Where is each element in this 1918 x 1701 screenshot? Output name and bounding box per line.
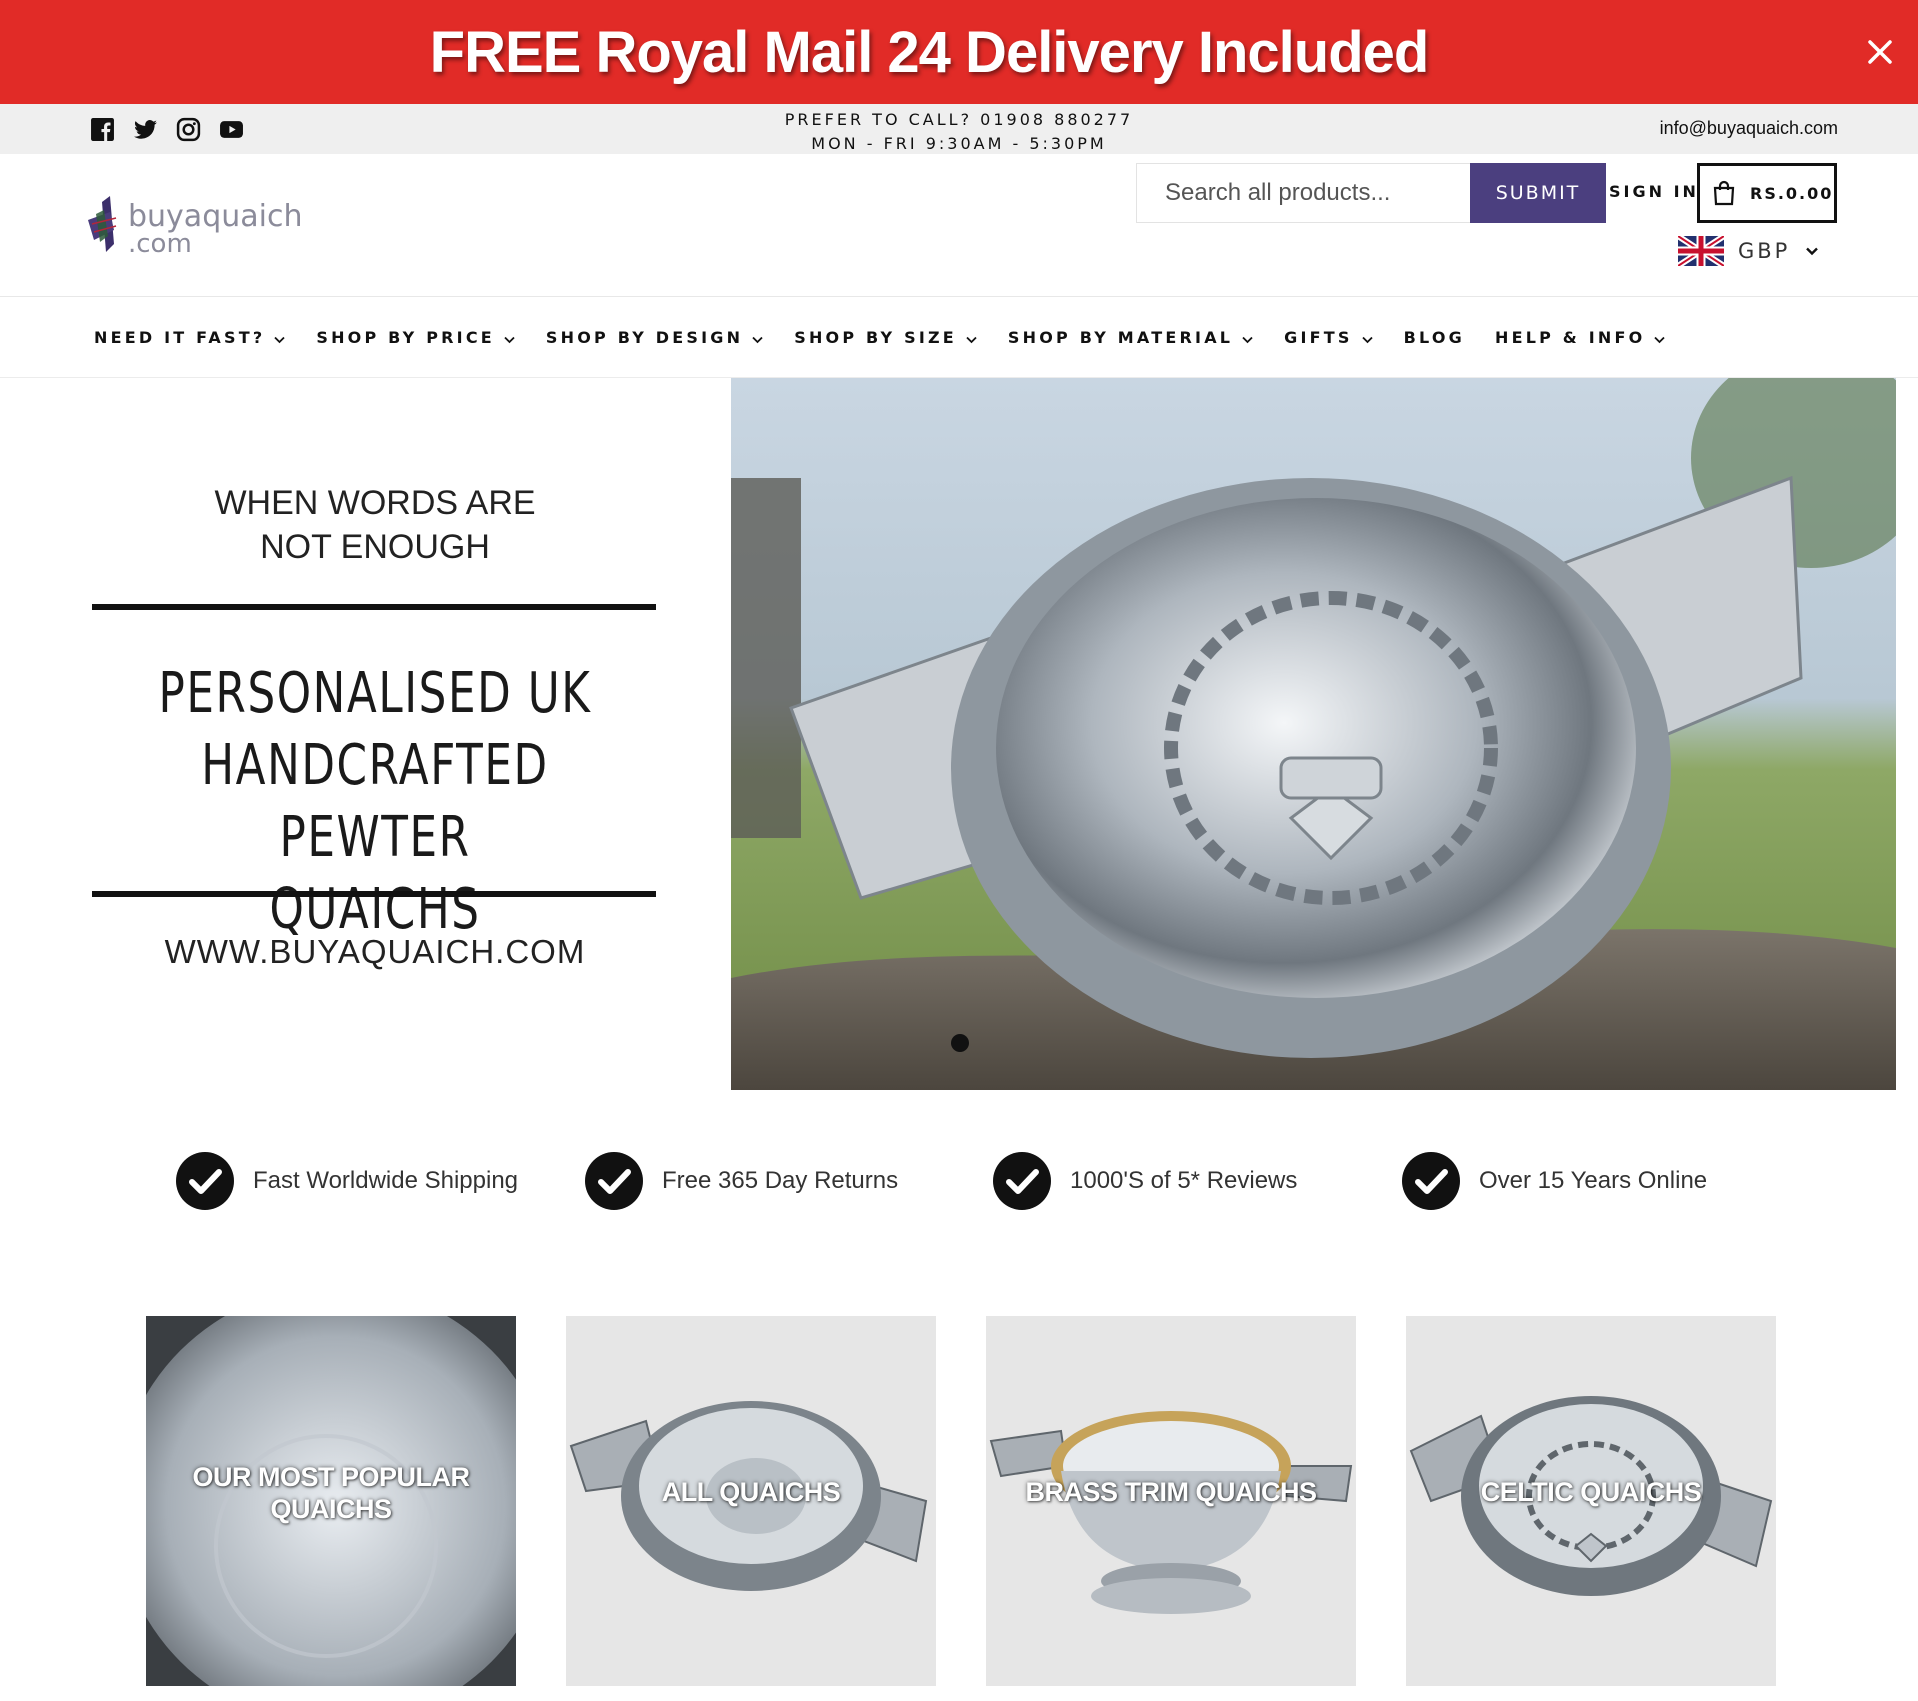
feature-label: Fast Worldwide Shipping (253, 1167, 519, 1194)
hero-tagline-line: NOT ENOUGH (260, 528, 490, 566)
nav-item-label: SHOP BY PRICE (316, 327, 495, 347)
uk-flag-icon (1676, 233, 1726, 269)
hero-tagline: WHEN WORDS ARE NOT ENOUGH (60, 481, 690, 569)
email-link[interactable]: info@buyaquaich.com (1660, 118, 1838, 139)
call-info: PREFER TO CALL? 01908 880277 MON - FRI 9… (0, 108, 1918, 156)
chevron-down-icon (751, 331, 764, 344)
chevron-down-icon (1241, 331, 1254, 344)
chevron-down-icon (503, 331, 516, 344)
slideshow-dot[interactable] (951, 1034, 969, 1052)
feature-label: Free 365 Day Returns (662, 1167, 899, 1194)
hero-heading: PERSONALISED UK HANDCRAFTED PEWTER QUAIC… (137, 658, 613, 946)
nav-item-label: BLOG (1403, 327, 1465, 347)
currency-label: GBP (1738, 239, 1791, 263)
nav-item-need-it-fast[interactable]: NEED IT FAST? (94, 328, 286, 347)
utility-bar: PREFER TO CALL? 01908 880277 MON - FRI 9… (0, 104, 1918, 154)
announcement-text: FREE Royal Mail 24 Delivery Included (429, 19, 1430, 85)
chevron-down-icon (273, 331, 286, 344)
chevron-down-icon (965, 331, 978, 344)
hero-text-panel: WHEN WORDS ARE NOT ENOUGH PERSONALISED U… (0, 378, 731, 1090)
feature-item: Free 365 Day Returns (584, 1151, 898, 1211)
chevron-down-icon (1804, 243, 1820, 259)
feature-item: Over 15 Years Online (1401, 1151, 1707, 1211)
collection-label: BRASS TRIM QUAICHS (1025, 1477, 1317, 1507)
hero-divider (92, 891, 656, 897)
call-line: PREFER TO CALL? 01908 880277 (784, 110, 1134, 129)
nav-item-label: SHOP BY MATERIAL (1007, 327, 1234, 347)
checkmark-icon (175, 1151, 235, 1211)
nav-item-shop-by-design[interactable]: SHOP BY DESIGN (546, 328, 764, 347)
nav-item-label: NEED IT FAST? (94, 327, 266, 347)
hero-url: WWW.BUYAQUAICH.COM (164, 933, 586, 970)
nav-item-shop-by-price[interactable]: SHOP BY PRICE (316, 328, 516, 347)
cart-button[interactable]: RS.0.00 (1697, 163, 1837, 223)
collection-label: OUR MOST POPULAR QUAICHS (156, 1461, 506, 1525)
features-row: Fast Worldwide Shipping Free 365 Day Ret… (0, 1151, 1918, 1213)
collection-celtic[interactable]: CELTIC QUAICHS (1406, 1316, 1776, 1686)
hero-heading-line: PERSONALISED UK (158, 661, 592, 726)
hero-heading-line: HANDCRAFTED PEWTER (201, 733, 549, 870)
announcement-bar: FREE Royal Mail 24 Delivery Included (0, 0, 1918, 104)
chevron-down-icon (1361, 331, 1374, 344)
currency-selector[interactable]: GBP (1676, 233, 1820, 269)
feature-item: Fast Worldwide Shipping (175, 1151, 518, 1211)
collection-label: CELTIC QUAICHS (1480, 1477, 1702, 1507)
search-input[interactable] (1136, 163, 1470, 223)
nav-item-help-info[interactable]: HELP & INFO (1495, 328, 1666, 347)
collection-label-line: QUAICHS (270, 1494, 392, 1524)
cart-total: RS.0.00 (1750, 183, 1834, 203)
feature-label: Over 15 Years Online (1479, 1167, 1708, 1194)
shopping-bag-icon (1712, 180, 1736, 206)
close-icon[interactable] (1858, 30, 1902, 74)
nav-item-label: GIFTS (1284, 327, 1353, 347)
collection-label: ALL QUAICHS (661, 1477, 841, 1507)
nav-item-gifts[interactable]: GIFTS (1284, 328, 1373, 347)
hero-tagline-line: WHEN WORDS ARE (214, 484, 536, 522)
collection-label-line: OUR MOST POPULAR (192, 1462, 470, 1492)
collection-brass-trim[interactable]: BRASS TRIM QUAICHS (986, 1316, 1356, 1686)
feature-item: 1000'S of 5* Reviews (992, 1151, 1297, 1211)
hero-quaich-image[interactable] (731, 378, 1896, 1090)
sign-in-link[interactable]: SIGN IN (1609, 182, 1699, 201)
collection-most-popular[interactable]: OUR MOST POPULAR QUAICHS (146, 1316, 516, 1686)
main-nav: NEED IT FAST? SHOP BY PRICE SHOP BY DESI… (94, 297, 1696, 377)
feature-label: 1000'S of 5* Reviews (1070, 1167, 1298, 1194)
site-logo[interactable]: buyaquaich .com (80, 184, 340, 264)
nav-item-label: SHOP BY SIZE (794, 327, 957, 347)
svg-text:.com: .com (128, 229, 192, 259)
nav-item-blog[interactable]: BLOG (1404, 328, 1465, 347)
search-form: SUBMIT (1136, 163, 1606, 223)
site-header: buyaquaich .com SUBMIT SIGN IN RS.0.00 G… (0, 154, 1918, 297)
chevron-down-icon (1653, 331, 1666, 344)
checkmark-icon (584, 1151, 644, 1211)
hero-divider (92, 604, 656, 610)
nav-item-label: HELP & INFO (1494, 327, 1646, 347)
collection-all-quaichs[interactable]: ALL QUAICHS (566, 1316, 936, 1686)
nav-item-shop-by-size[interactable]: SHOP BY SIZE (794, 328, 978, 347)
submit-button[interactable]: SUBMIT (1470, 163, 1606, 223)
hours-line: MON - FRI 9:30AM - 5:30PM (811, 134, 1107, 153)
nav-item-label: SHOP BY DESIGN (545, 327, 744, 347)
checkmark-icon (992, 1151, 1052, 1211)
nav-item-shop-by-material[interactable]: SHOP BY MATERIAL (1008, 328, 1254, 347)
checkmark-icon (1401, 1151, 1461, 1211)
